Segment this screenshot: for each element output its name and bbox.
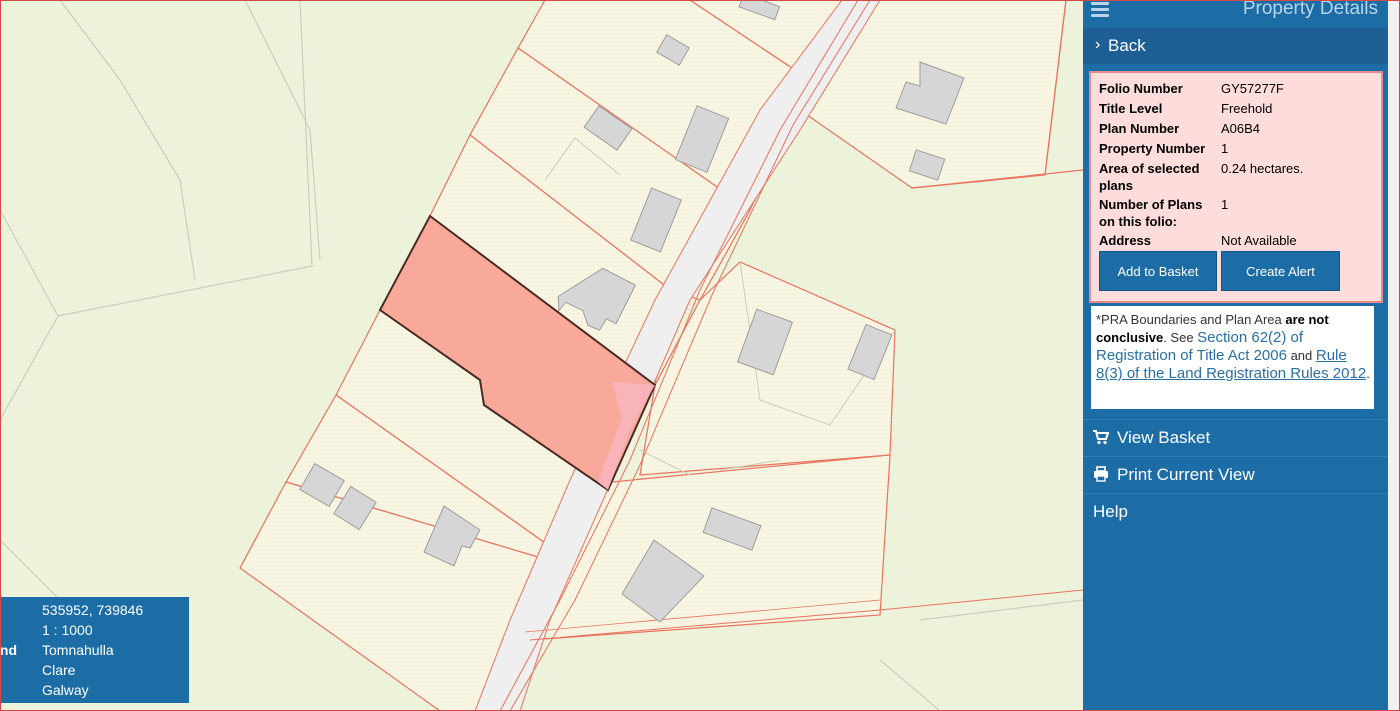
chevron-right-icon: ›	[1095, 36, 1101, 53]
print-icon	[1094, 466, 1108, 482]
help-label: Help	[1093, 502, 1128, 521]
hamburger-menu-icon[interactable]	[1091, 2, 1109, 18]
sidebar-scrollbar[interactable]	[1388, 0, 1400, 711]
coord-value-county: Galway	[42, 682, 89, 698]
detail-label: Number of Plans on this folio:	[1099, 197, 1203, 229]
notice-prefix: *PRA Boundaries and Plan Area	[1096, 312, 1286, 327]
view-basket-menu-item[interactable]: View Basket	[1083, 419, 1388, 456]
detail-label: Area of selected plans	[1099, 161, 1200, 193]
coord-row-barony: Clare	[0, 662, 189, 682]
detail-value: 1	[1221, 141, 1229, 156]
coord-row-position: 535952, 739846	[0, 602, 189, 622]
detail-label: Property Number	[1099, 141, 1206, 156]
property-details-card: Folio Number GY57277F Title Level Freeho…	[1089, 71, 1383, 303]
coord-value-townland: Tomnahulla	[42, 642, 114, 658]
detail-label: Address	[1099, 233, 1152, 248]
detail-value: 0.24 hectares.	[1221, 161, 1304, 176]
notice-see: . See	[1163, 330, 1198, 345]
print-current-view-menu-item[interactable]: Print Current View	[1083, 456, 1388, 493]
sidebar-title: Property Details	[1242, 0, 1378, 19]
notice-and: and	[1286, 348, 1316, 363]
coord-label-townland: nd	[0, 642, 17, 658]
boundary-notice: *PRA Boundaries and Plan Area are not co…	[1090, 305, 1375, 410]
notice-end: .	[1366, 366, 1370, 381]
coord-value-position: 535952, 739846	[42, 602, 144, 618]
coord-row-county: Galway	[0, 682, 189, 702]
create-alert-button[interactable]: Create Alert	[1221, 251, 1340, 291]
coord-value-scale: 1 : 1000	[42, 622, 93, 638]
detail-value: Not Available	[1221, 233, 1297, 248]
coord-value-barony: Clare	[42, 662, 76, 678]
back-button[interactable]: › Back	[1083, 28, 1388, 64]
add-to-basket-button[interactable]: Add to Basket	[1099, 251, 1217, 291]
property-details-sidebar: Property Details › Back Folio Number GY5…	[1083, 0, 1388, 711]
detail-label: Folio Number	[1099, 81, 1183, 96]
view-basket-label: View Basket	[1117, 428, 1211, 447]
coordinates-panel: 535952, 739846 1 : 1000 nd Tomnahulla Cl…	[0, 597, 189, 703]
print-current-view-label: Print Current View	[1117, 465, 1255, 484]
back-label: Back	[1108, 36, 1146, 55]
coord-row-scale: 1 : 1000	[0, 622, 189, 642]
detail-value: Freehold	[1221, 101, 1273, 116]
detail-value: 1	[1221, 197, 1229, 212]
cart-icon	[1093, 430, 1109, 445]
coord-row-townland: nd Tomnahulla	[0, 642, 189, 662]
detail-label: Title Level	[1099, 101, 1163, 116]
detail-value: GY57277F	[1221, 81, 1284, 96]
help-menu-item[interactable]: Help	[1083, 493, 1388, 530]
land-registration-rules-link[interactable]: the Land Registration Rules 2012	[1139, 365, 1367, 382]
detail-label: Plan Number	[1099, 121, 1180, 136]
detail-value: A06B4	[1221, 121, 1261, 136]
